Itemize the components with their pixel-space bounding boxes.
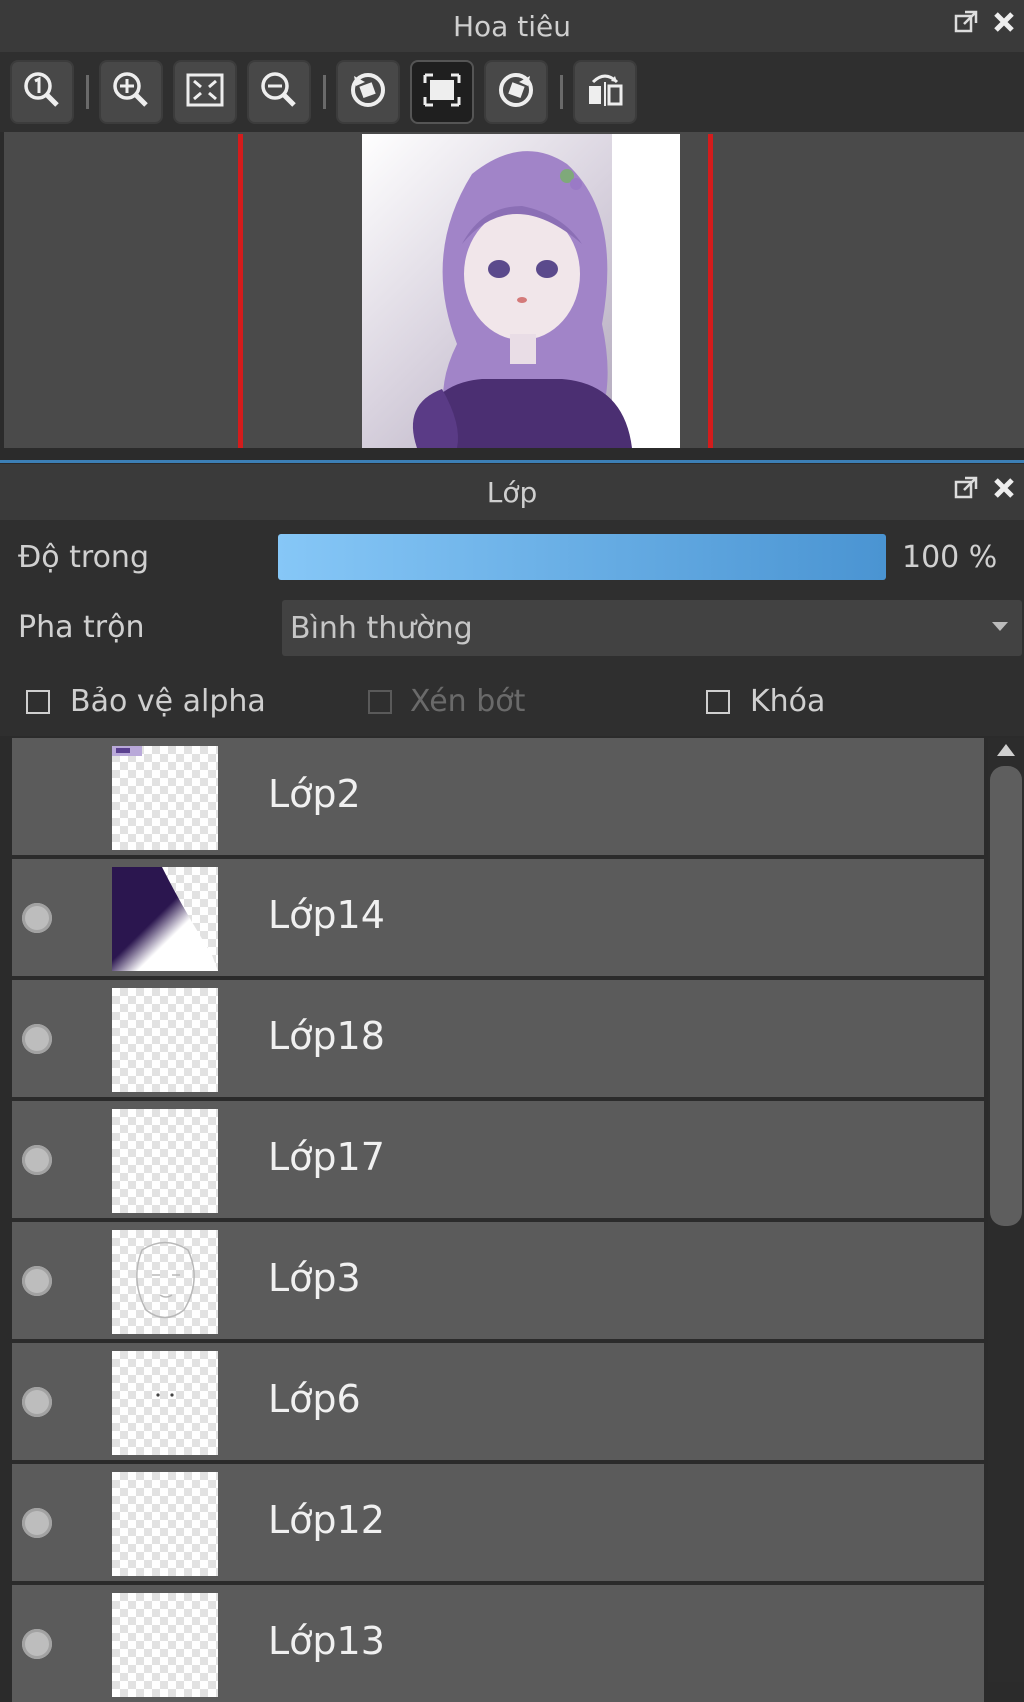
layer-row[interactable]: Lớp2 [12,738,984,855]
layer-thumbnail [112,1593,218,1697]
fit-screen-icon [183,68,227,116]
scrollbar-thumb[interactable] [990,766,1022,1226]
layer-thumbnail [112,988,218,1092]
blend-row: Pha trộn Bình thường [0,596,1024,666]
opacity-slider[interactable] [278,534,886,580]
visibility-toggle[interactable] [22,1508,52,1538]
layers-title: Lớp [486,475,538,509]
layer-options-row: Bảo vệ alpha Xén bớt Khóa [0,666,1024,736]
layer-list-scrollbar[interactable] [988,738,1024,1682]
frame-right-line [708,134,713,448]
toolbar-separator [86,75,89,109]
panel-divider[interactable] [0,460,1024,463]
lock-label: Khóa [750,684,826,719]
layer-thumbnail [112,1109,218,1213]
layer-name: Lớp2 [268,772,361,816]
layers-panel-header: Lớp [0,464,1024,520]
layer-row[interactable]: Lớp17 [12,1101,984,1218]
zoom-out-button[interactable] [247,60,311,124]
close-icon[interactable] [990,474,1018,509]
protect-alpha-checkbox[interactable] [26,690,50,714]
opacity-slider-fill [278,534,886,580]
zoom-in-icon [109,68,153,116]
layer-row[interactable]: Lớp18 [12,980,984,1097]
opacity-row: Độ trong 100 % [0,520,1024,596]
visibility-toggle[interactable] [22,1629,52,1659]
opacity-label: Độ trong [18,540,149,575]
layer-name: Lớp18 [268,1014,385,1058]
chevron-down-icon [992,622,1008,631]
popout-icon[interactable] [952,8,980,43]
layer-thumbnail [112,867,218,971]
layer-name: Lớp12 [268,1498,385,1542]
clipping-label: Xén bớt [410,684,526,719]
navigator-toolbar [0,52,1024,132]
zoom-actual-button[interactable] [10,60,74,124]
layer-name: Lớp3 [268,1256,361,1300]
close-icon[interactable] [990,8,1018,43]
fit-screen-button[interactable] [173,60,237,124]
layer-row[interactable]: Lớp3 [12,1222,984,1339]
flip-horizontal-button[interactable] [573,60,637,124]
layer-list: Lớp2 Lớp14 Lớp18 Lớp17 Lớp3 Lớp6 Lớp12 L… [12,738,984,1702]
rotate-right-button[interactable] [484,60,548,124]
visibility-toggle[interactable] [22,1145,52,1175]
blend-mode-value: Bình thường [290,610,473,646]
layer-name: Lớp17 [268,1135,385,1179]
protect-alpha-label: Bảo vệ alpha [70,684,266,719]
layer-thumbnail [112,746,218,850]
canvas-thumbnail [362,134,680,448]
rotate-left-icon [346,68,390,116]
layer-row[interactable]: Lớp14 [12,859,984,976]
layer-name: Lớp13 [268,1619,385,1663]
blend-mode-select[interactable]: Bình thường [282,600,1022,656]
flip-horizontal-icon [583,68,627,116]
rotate-right-icon [494,68,538,116]
layer-thumbnail [112,1230,218,1334]
toolbar-separator [560,75,563,109]
popout-icon[interactable] [952,474,980,509]
layer-row[interactable]: Lớp13 [12,1585,984,1702]
opacity-value: 100 % [902,540,998,575]
zoom-in-button[interactable] [99,60,163,124]
visibility-toggle[interactable] [22,1387,52,1417]
toolbar-separator [323,75,326,109]
scroll-up-icon[interactable] [997,744,1015,756]
zoom-out-icon [257,68,301,116]
layer-thumbnail [112,1351,218,1455]
layer-thumbnail [112,1472,218,1576]
lock-checkbox[interactable] [706,690,730,714]
layer-name: Lớp6 [268,1377,361,1421]
layer-row[interactable]: Lớp12 [12,1464,984,1581]
layer-row[interactable]: Lớp6 [12,1343,984,1460]
navigator-preview[interactable] [4,132,1024,448]
rotate-left-button[interactable] [336,60,400,124]
reset-view-button[interactable] [410,60,474,124]
zoom-100-icon [20,68,64,116]
frame-left-line [238,134,243,448]
visibility-toggle[interactable] [22,1024,52,1054]
reset-view-icon [420,68,464,116]
navigator-panel-header: Hoa tiêu [0,0,1024,52]
layer-name: Lớp14 [268,893,385,937]
clipping-checkbox [368,690,392,714]
visibility-toggle[interactable] [22,903,52,933]
blend-label: Pha trộn [18,610,145,645]
navigator-title: Hoa tiêu [453,9,571,43]
visibility-toggle[interactable] [22,1266,52,1296]
